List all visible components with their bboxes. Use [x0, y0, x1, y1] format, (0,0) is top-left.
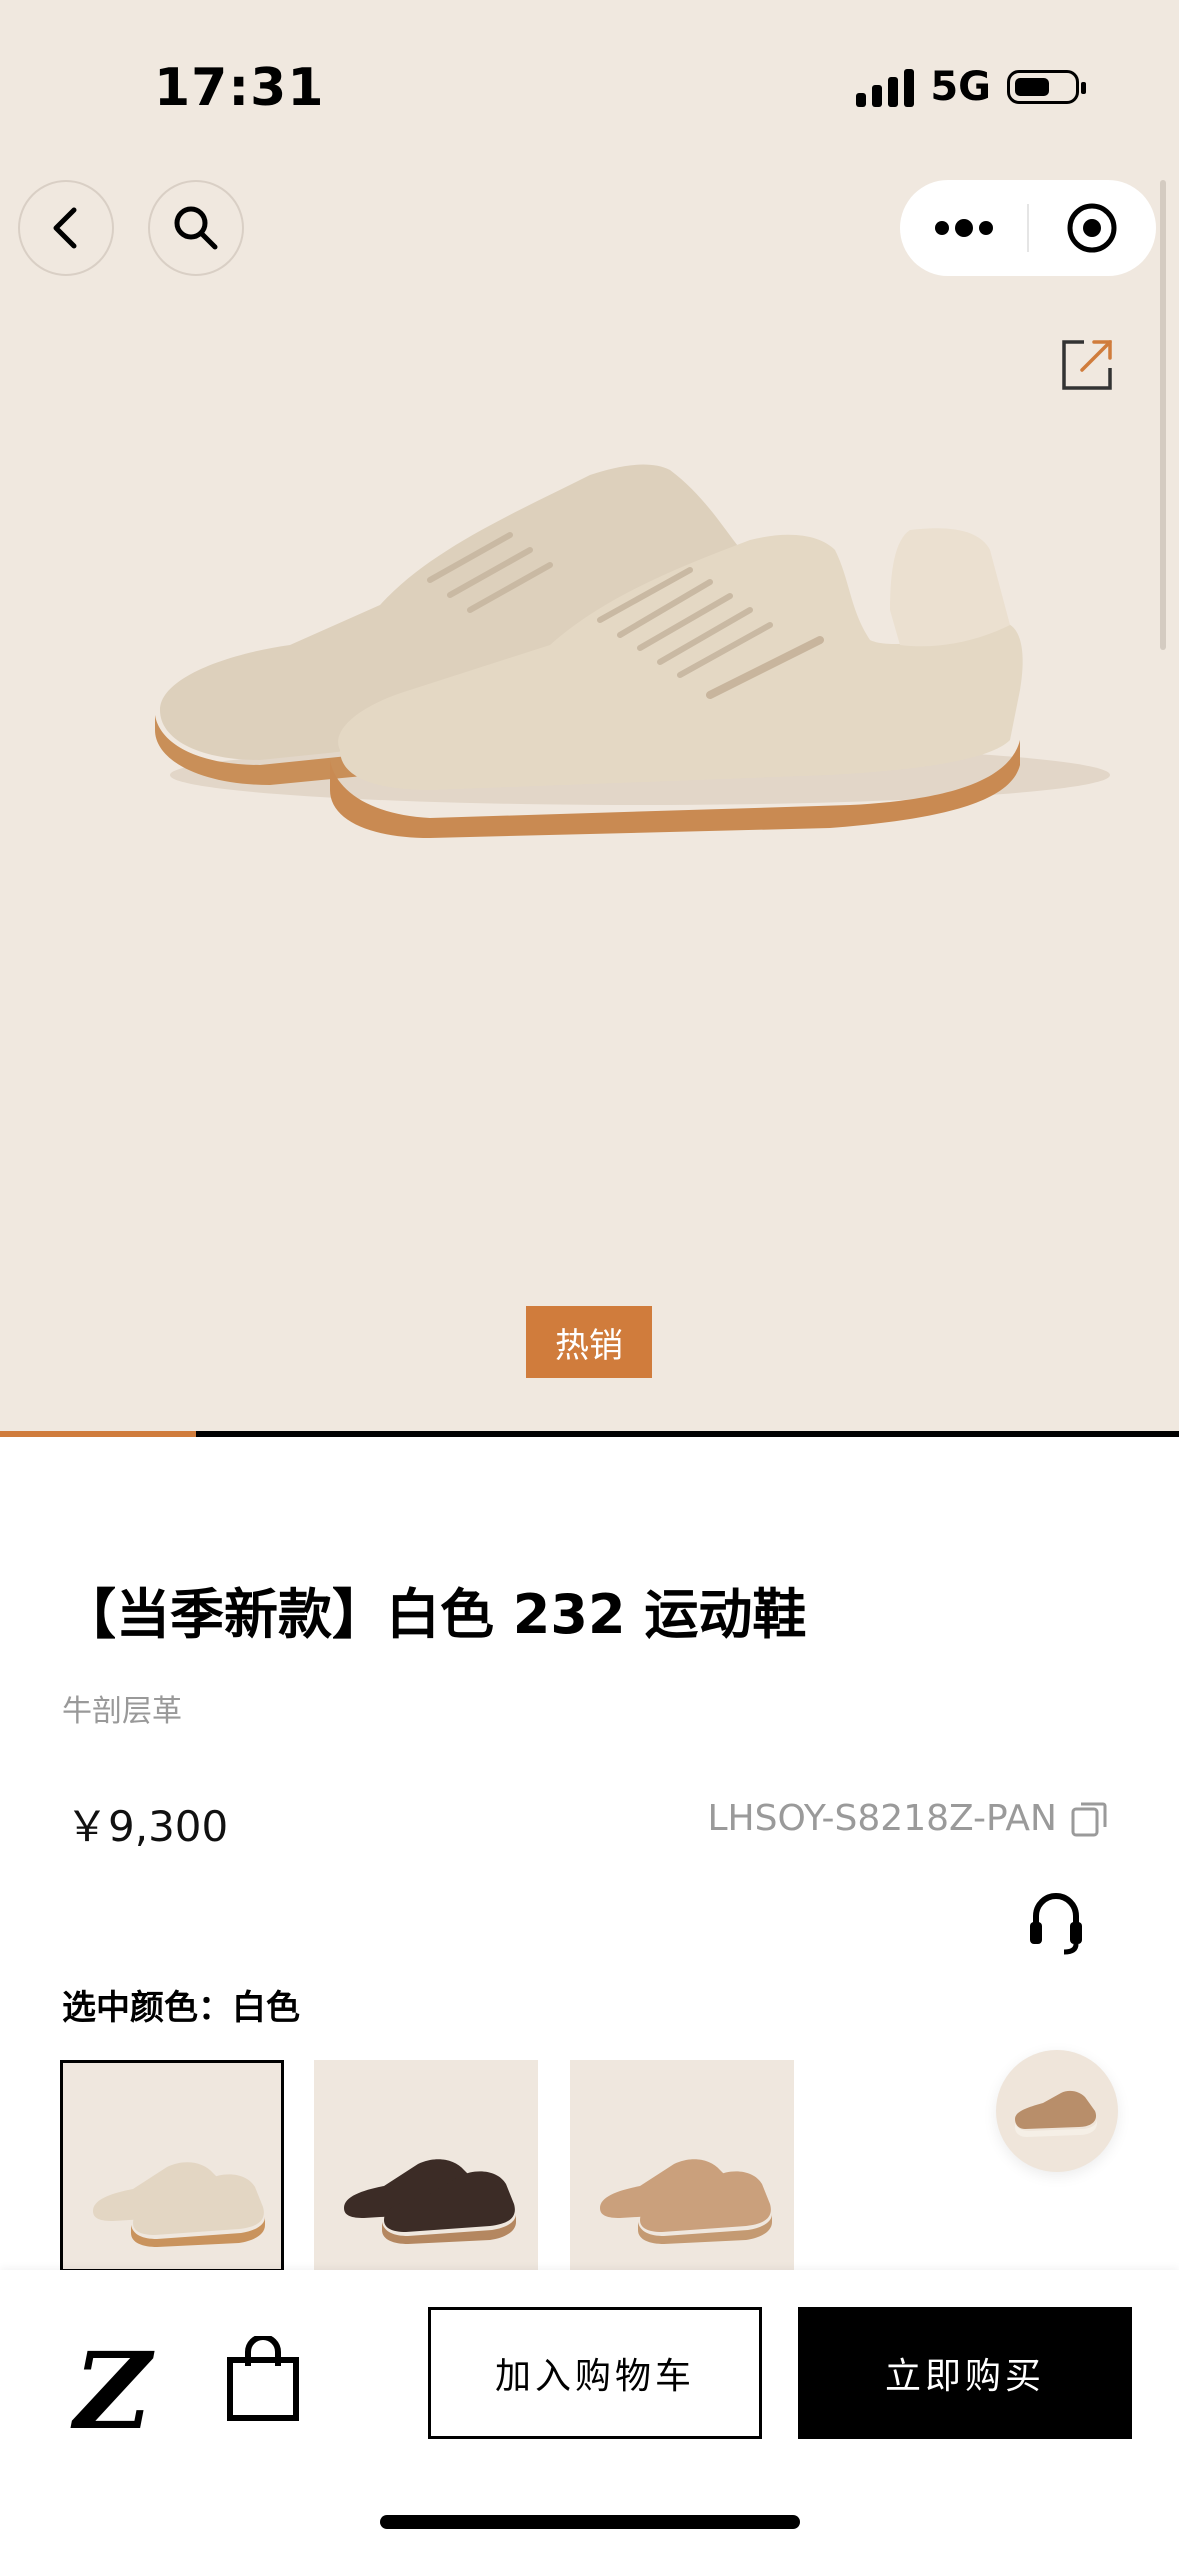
share-icon[interactable] [1060, 336, 1116, 392]
image-progress-bar [0, 1431, 1179, 1437]
color-swatch[interactable] [314, 2060, 538, 2272]
floating-product-thumbnail[interactable] [996, 2050, 1118, 2172]
color-swatch[interactable] [570, 2060, 794, 2272]
add-to-cart-button[interactable]: 加入购物车 [428, 2307, 762, 2439]
product-sku[interactable]: LHSOY-S8218Z-PAN [707, 1798, 1107, 1839]
chevron-left-icon [53, 207, 77, 249]
product-image [155, 464, 1110, 838]
swatch-shoe-image [344, 2159, 516, 2244]
sku-text: LHSOY-S8218Z-PAN [707, 1798, 1057, 1839]
product-material: 牛剖层革 [62, 1694, 182, 1729]
target-close-icon [1067, 203, 1117, 253]
swatch-shoe-image [93, 2162, 265, 2247]
miniprogram-capsule [900, 180, 1156, 276]
search-icon [174, 206, 218, 250]
product-price: ￥9,300 [66, 1802, 229, 1851]
status-indicators: 5G [856, 64, 1086, 110]
shopping-bag-icon[interactable] [226, 2336, 300, 2422]
battery-icon [1007, 70, 1086, 104]
mini-shoe-image [1015, 2090, 1097, 2137]
color-swatch[interactable] [60, 2060, 284, 2272]
close-miniprogram-button[interactable] [1029, 180, 1156, 276]
more-button[interactable] [900, 180, 1027, 276]
hot-sale-badge: 热销 [526, 1306, 652, 1378]
more-dots-icon [934, 219, 993, 237]
search-button[interactable] [148, 180, 244, 276]
status-time: 17:31 [154, 58, 325, 118]
customer-service-icon[interactable] [1026, 1886, 1086, 1956]
image-progress-fill [0, 1431, 196, 1437]
selected-color-label: 选中颜色：白色 [62, 1988, 300, 2028]
product-title: 【当季新款】白色 232 运动鞋 [62, 1583, 807, 1646]
copy-icon[interactable] [1071, 1801, 1107, 1837]
back-button[interactable] [18, 180, 114, 276]
buy-now-button[interactable]: 立即购买 [798, 2307, 1132, 2439]
brand-logo[interactable]: Z [74, 2328, 151, 2453]
home-indicator[interactable] [380, 2515, 800, 2529]
swatch-shoe-image [600, 2159, 772, 2244]
network-type: 5G [930, 64, 991, 110]
product-image-carousel[interactable]: 17:31 5G 热销 [0, 0, 1179, 1432]
scrollbar[interactable] [1160, 180, 1166, 650]
signal-icon [856, 67, 915, 107]
